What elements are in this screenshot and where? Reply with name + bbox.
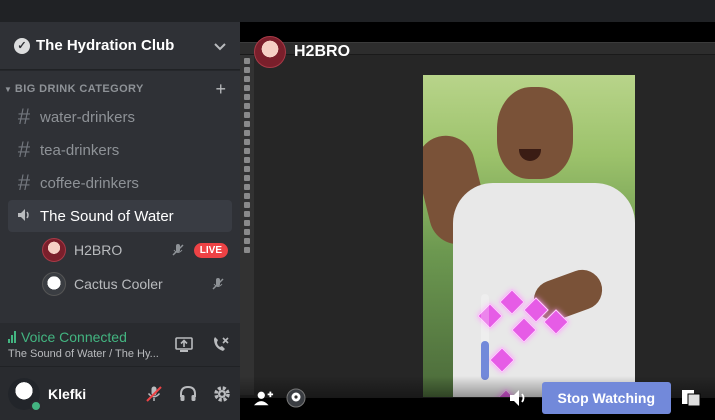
channel-coffee-drinkers[interactable]: # coffee-drinkers — [8, 167, 232, 199]
shared-screen-content — [240, 42, 715, 398]
viewer-avatar-icon[interactable] — [286, 388, 306, 408]
channel-category[interactable]: ▼ BIG DRINK CATEGORY + — [0, 78, 240, 100]
volume-icon[interactable] — [508, 388, 528, 408]
signal-bars-icon — [8, 331, 17, 343]
voice-user-h2bro[interactable]: H2BRO LIVE — [40, 233, 232, 267]
voice-status-label: Voice Connected — [21, 329, 127, 345]
username: Klefki — [48, 385, 87, 402]
hash-icon: # — [17, 104, 31, 129]
avatar — [42, 272, 66, 296]
server-header[interactable]: ✓ The Hydration Club — [0, 22, 240, 70]
chevron-down-icon[interactable] — [214, 38, 226, 54]
channel-label: water-drinkers — [40, 108, 136, 126]
avatar — [42, 238, 66, 262]
voice-user-name: Cactus Cooler — [74, 276, 163, 292]
voice-user-cactus-cooler[interactable]: Cactus Cooler — [40, 267, 232, 301]
invite-user-icon[interactable] — [254, 388, 274, 408]
avatar — [254, 36, 286, 68]
stream-viewer[interactable]: H2BRO Stop Watching — [240, 22, 715, 420]
channel-tea-drinkers[interactable]: # tea-drinkers — [8, 134, 232, 166]
channel-the-sound-of-water[interactable]: The Sound of Water — [8, 200, 232, 232]
channel-water-drinkers[interactable]: # water-drinkers — [8, 101, 232, 133]
channel-label: The Sound of Water — [40, 207, 174, 225]
editor-toolbar — [240, 55, 254, 395]
popout-icon[interactable] — [681, 388, 701, 408]
muted-mic-icon — [168, 240, 188, 260]
stream-controls: Stop Watching — [240, 376, 715, 420]
collapse-arrow-icon: ▼ — [4, 84, 12, 94]
screen-share-icon[interactable] — [174, 335, 194, 355]
hash-icon: # — [17, 137, 31, 162]
channel-label: coffee-drinkers — [40, 174, 139, 192]
online-status-dot — [30, 399, 42, 412]
server-name: The Hydration Club — [36, 37, 175, 54]
category-label: BIG DRINK CATEGORY — [14, 83, 144, 95]
streamer-name: H2BRO — [294, 43, 351, 60]
window-top-bar — [0, 0, 715, 22]
channel-label: tea-drinkers — [40, 141, 120, 159]
headphones-icon[interactable] — [178, 384, 198, 404]
hash-icon: # — [17, 170, 31, 195]
head-shape — [497, 87, 573, 179]
muted-mic-icon — [208, 274, 228, 294]
user-panel: Klefki — [0, 367, 240, 420]
verified-check-icon: ✓ — [14, 37, 30, 54]
mute-mic-icon[interactable] — [144, 384, 164, 404]
voice-user-name: H2BRO — [74, 242, 123, 258]
stream-header: H2BRO — [254, 36, 350, 68]
disconnect-icon[interactable] — [210, 335, 230, 355]
live-badge: LIVE — [193, 242, 228, 258]
voice-connection-panel: Voice Connected The Sound of Water / The… — [0, 323, 240, 367]
gear-icon[interactable] — [212, 384, 232, 404]
voice-channel-subtitle[interactable]: The Sound of Water / The Hy... — [8, 348, 168, 360]
stop-watching-button[interactable]: Stop Watching — [541, 382, 671, 414]
add-channel-icon[interactable]: + — [215, 80, 226, 98]
avatar[interactable] — [8, 377, 42, 412]
speaker-icon — [16, 203, 32, 229]
volume-level — [481, 341, 489, 380]
channel-sidebar: ✓ The Hydration Club ▼ BIG DRINK CATEGOR… — [0, 22, 240, 420]
meme-image — [423, 75, 635, 397]
volume-slider[interactable] — [481, 294, 489, 380]
